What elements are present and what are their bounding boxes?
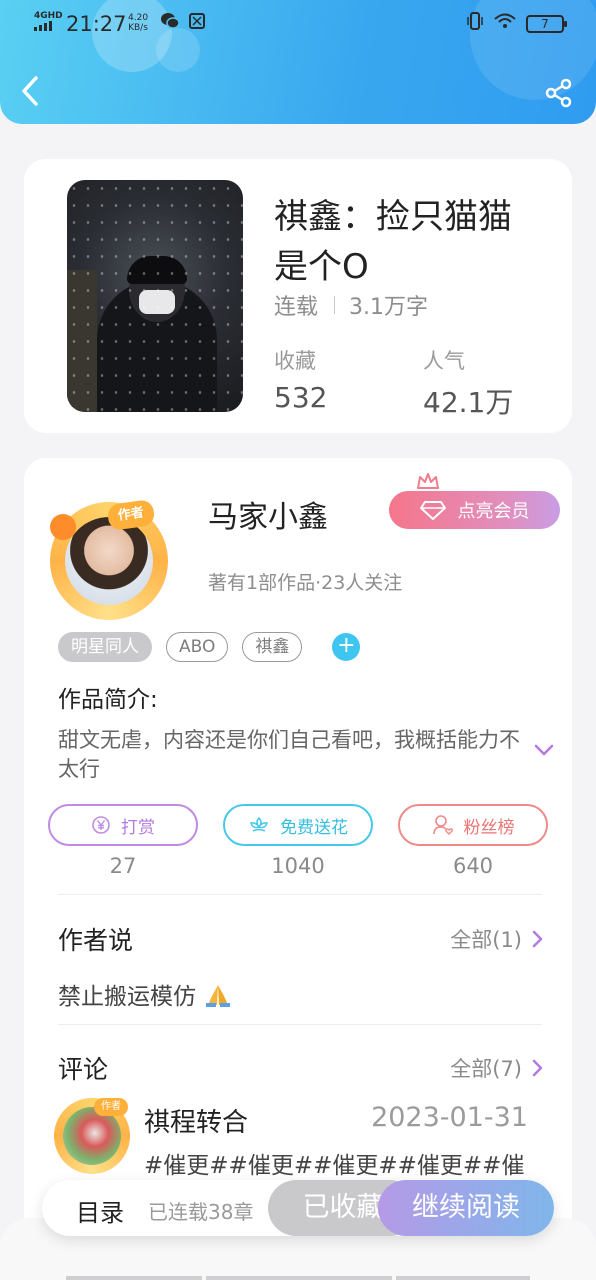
network-speed: 4.20 KB/s xyxy=(128,13,149,33)
vip-button[interactable]: 点亮会员 xyxy=(389,491,560,529)
shelf-handle xyxy=(66,1276,202,1280)
author-detail-card: 作者 马家小鑫 著有1部作品·23人关注 点亮会员 明星同人 ABO 祺鑫 + … xyxy=(24,458,572,1280)
clock: 21:27 xyxy=(66,12,127,36)
flower-icon xyxy=(250,816,268,832)
vibrate-icon xyxy=(466,12,484,35)
author-name[interactable]: 马家小鑫 xyxy=(208,492,328,536)
author-avatar[interactable]: 作者 xyxy=(50,498,168,620)
author-says-content: 禁止搬运模仿 xyxy=(58,984,196,1010)
book-info-card: 祺鑫：捡只猫猫是个O 连载 3.1万字 收藏 532 人气 42.1万 xyxy=(24,159,572,433)
share-button[interactable] xyxy=(544,78,574,108)
chevron-right-icon xyxy=(532,1059,543,1077)
favorites-label: 收藏 xyxy=(274,349,316,373)
popularity-label: 人气 xyxy=(423,349,465,373)
comment-text: #催更##催更##催更##催更##催更 xyxy=(144,1153,524,1179)
tag-item[interactable]: 明星同人 xyxy=(58,632,152,662)
tag-item[interactable]: 祺鑫 xyxy=(242,632,303,662)
commenter-badge: 作者 xyxy=(94,1098,128,1116)
author-meta: 著有1部作品·23人关注 xyxy=(208,572,403,594)
intro-text: 甜文无虐，内容还是你们自己看吧，我概括能力不太行 xyxy=(58,728,520,781)
tip-label: 打赏 xyxy=(121,817,155,838)
send-flower-label: 免费送花 xyxy=(280,817,348,838)
tag-item[interactable]: ABO xyxy=(166,632,229,662)
book-status-line: 连载 3.1万字 xyxy=(274,289,428,321)
signal-icon xyxy=(34,21,52,31)
flower-count: 1040 xyxy=(271,854,325,878)
wifi-icon xyxy=(494,13,516,34)
fan-count: 640 xyxy=(452,854,494,878)
diamond-icon xyxy=(419,501,446,520)
divider xyxy=(58,1024,542,1025)
shelf-handle xyxy=(206,1276,392,1280)
commenter-name[interactable]: 祺程转合 xyxy=(144,1102,248,1139)
fan-ranking-label: 粉丝榜 xyxy=(463,817,515,838)
leaf-decor-icon xyxy=(50,514,76,540)
notification-icon xyxy=(188,12,206,35)
share-icon xyxy=(545,78,572,108)
tip-button[interactable]: 打赏 xyxy=(48,804,198,846)
author-says-more-label: 全部(1) xyxy=(450,928,522,952)
crown-icon xyxy=(417,473,439,489)
battery-icon: 7 xyxy=(526,14,567,33)
comments-more-label: 全部(7) xyxy=(450,1057,522,1081)
chevron-right-icon xyxy=(532,930,543,948)
intro-label: 作品简介: xyxy=(58,687,158,713)
continue-reading-button[interactable]: 继续阅读 xyxy=(378,1180,554,1236)
popularity-value: 42.1万 xyxy=(423,386,514,419)
chapter-progress: 已连载38章 xyxy=(148,1200,254,1224)
comments-more[interactable]: 全部(7) xyxy=(450,1053,544,1083)
shelf-handle xyxy=(396,1276,530,1280)
tip-count: 27 xyxy=(109,854,137,878)
comment-date: 2023-01-31 xyxy=(371,1102,528,1133)
author-says-text: 禁止搬运模仿 xyxy=(58,977,233,1011)
commenter-avatar[interactable]: 作者 xyxy=(54,1098,130,1174)
tag-list: 明星同人 ABO 祺鑫 + xyxy=(58,632,361,662)
status-right: 7 xyxy=(466,12,567,35)
expand-chevron-icon[interactable] xyxy=(532,738,556,762)
book-cover[interactable] xyxy=(67,180,243,412)
praying-hands-icon xyxy=(206,985,231,1007)
back-button[interactable] xyxy=(18,74,48,114)
add-tag-button[interactable]: + xyxy=(332,633,361,661)
yen-coin-icon xyxy=(92,816,110,834)
chevron-left-icon xyxy=(22,76,38,106)
fan-user-icon xyxy=(432,815,453,835)
vip-button-label: 点亮会员 xyxy=(457,501,530,522)
divider xyxy=(58,894,542,895)
bottom-action-bar: 目录 已连载38章 已收藏 继续阅读 xyxy=(42,1180,554,1236)
favorites-value: 532 xyxy=(274,381,328,414)
top-header: 4GHD 21:27 4.20 KB/s 7 xyxy=(0,0,596,124)
book-title: 祺鑫：捡只猫猫是个O xyxy=(274,197,512,287)
send-flower-button[interactable]: 免费送花 xyxy=(223,804,373,846)
author-says-title: 作者说 xyxy=(58,926,134,955)
word-count: 3.1万字 xyxy=(349,295,429,320)
status-bar: 4GHD 21:27 4.20 KB/s 7 xyxy=(0,0,596,46)
fan-ranking-button[interactable]: 粉丝榜 xyxy=(398,804,548,846)
catalog-button[interactable]: 目录 xyxy=(76,1193,124,1228)
network-type: 4GHD xyxy=(34,11,63,21)
author-says-more[interactable]: 全部(1) xyxy=(450,924,544,954)
wechat-icon xyxy=(160,12,180,35)
serial-status: 连载 xyxy=(274,295,319,320)
comments-title: 评论 xyxy=(58,1055,109,1084)
